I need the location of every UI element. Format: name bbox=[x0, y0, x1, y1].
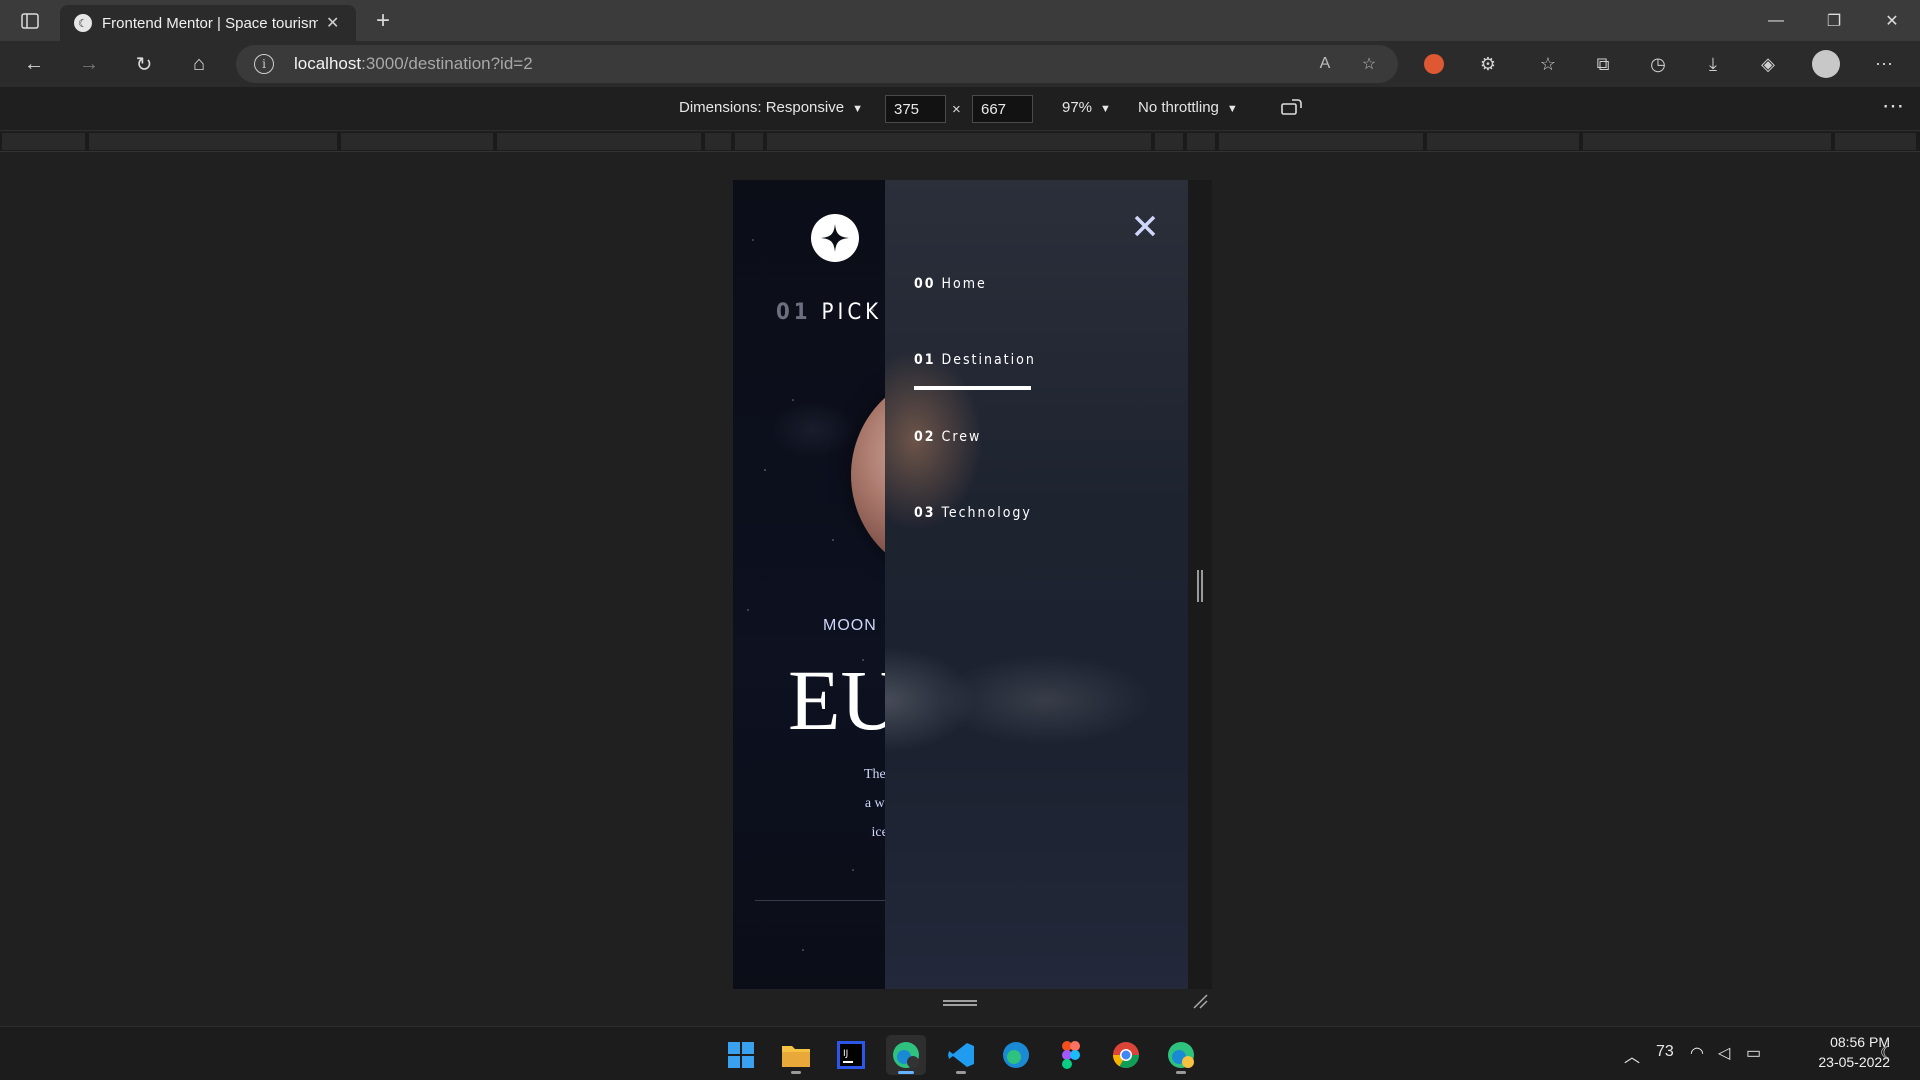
figma-icon[interactable] bbox=[1051, 1035, 1091, 1075]
emulated-viewport: 01PICK MOON EU The smallest of the fo a … bbox=[733, 180, 1212, 989]
tray-count[interactable]: 73 bbox=[1656, 1043, 1674, 1061]
height-input[interactable] bbox=[972, 95, 1033, 123]
nav-item-technology[interactable]: 03 Technology bbox=[914, 505, 1032, 521]
nav-item-number: 01 bbox=[914, 352, 936, 368]
nav-item-number: 03 bbox=[914, 505, 936, 521]
settings-more-icon[interactable]: ⋯ bbox=[1866, 47, 1902, 81]
edge-dev-icon[interactable] bbox=[886, 1035, 926, 1075]
viewport-resize-edge[interactable] bbox=[1188, 180, 1212, 989]
extensions-icon[interactable]: ⚙ bbox=[1470, 47, 1506, 81]
page-title-text: PICK bbox=[821, 300, 883, 325]
back-icon[interactable]: ← bbox=[16, 47, 52, 81]
nav-item-number: 02 bbox=[914, 429, 936, 445]
browser-tab[interactable]: ☾ Frontend Mentor | Space tourism ✕ bbox=[60, 5, 356, 41]
favicon-icon: ☾ bbox=[74, 14, 92, 32]
system-clock[interactable]: 08:56 PM 23-05-2022 bbox=[1780, 1032, 1890, 1072]
home-icon[interactable]: ⌂ bbox=[181, 47, 217, 81]
windows-start-icon[interactable] bbox=[721, 1035, 761, 1075]
zoom-label: 97% bbox=[1062, 99, 1093, 116]
chrome-icon[interactable] bbox=[1106, 1035, 1146, 1075]
performance-icon[interactable]: ◈ bbox=[1750, 47, 1786, 81]
rotate-icon[interactable] bbox=[1280, 97, 1304, 119]
url-path: :3000/destination?id=2 bbox=[361, 54, 533, 73]
browser-toolbar: ← → ↻ ⌂ i localhost:3000/destination?id=… bbox=[0, 41, 1920, 87]
tab-title: Frontend Mentor | Space tourism bbox=[102, 14, 318, 32]
address-bar[interactable]: i localhost:3000/destination?id=2 A ☆ bbox=[236, 45, 1398, 83]
clock-date: 23-05-2022 bbox=[1818, 1054, 1890, 1070]
zoom-dropdown[interactable]: 97% ▼ bbox=[1062, 99, 1111, 116]
minimize-icon[interactable]: — bbox=[1748, 0, 1804, 41]
site-info-icon[interactable]: i bbox=[254, 54, 274, 74]
nav-item-home[interactable]: 00 Home bbox=[914, 276, 987, 292]
read-aloud-icon[interactable]: A bbox=[1308, 45, 1342, 83]
volume-icon[interactable]: ◁ bbox=[1718, 1043, 1730, 1063]
nav-item-number: 00 bbox=[914, 276, 936, 292]
media-query-bar[interactable] bbox=[0, 132, 1920, 152]
site-logo-icon[interactable] bbox=[811, 214, 859, 262]
file-explorer-icon[interactable] bbox=[776, 1035, 816, 1075]
collections-icon[interactable]: ⧉ bbox=[1585, 47, 1621, 81]
dimensions-label: Dimensions: Responsive bbox=[679, 99, 845, 116]
nav-item-label: Destination bbox=[941, 352, 1036, 368]
device-toolbar: Dimensions: Responsive ▼ × 97% ▼ No thrott… bbox=[0, 87, 1920, 131]
close-tab-icon[interactable]: ✕ bbox=[326, 13, 339, 33]
nav-item-label: Technology bbox=[941, 505, 1032, 521]
throttling-label: No throttling bbox=[1138, 99, 1219, 116]
wifi-icon[interactable]: ◠ bbox=[1690, 1043, 1704, 1063]
url-host: localhost bbox=[294, 54, 362, 73]
forward-icon[interactable]: → bbox=[71, 47, 107, 81]
active-indicator bbox=[914, 386, 1031, 390]
close-window-icon[interactable]: ✕ bbox=[1864, 0, 1920, 41]
duckduckgo-extension-icon[interactable] bbox=[1416, 47, 1452, 81]
nav-item-label: Crew bbox=[941, 429, 982, 445]
mobile-nav-menu: 00 Home 01 Destination 02 Crew 03 Technology bbox=[885, 180, 1212, 989]
page-title-number: 01 bbox=[776, 300, 812, 325]
chevron-down-icon: ▼ bbox=[852, 103, 863, 115]
more-options-icon[interactable]: ⋯ bbox=[1882, 93, 1904, 119]
chevron-down-icon: ▼ bbox=[1100, 103, 1111, 115]
profile-avatar-icon[interactable] bbox=[1808, 47, 1844, 81]
dimensions-dropdown[interactable]: Dimensions: Responsive ▼ bbox=[679, 99, 863, 116]
close-menu-icon[interactable] bbox=[1129, 210, 1161, 242]
browser-tab-bar: ☾ Frontend Mentor | Space tourism ✕ + — … bbox=[0, 0, 1920, 41]
corner-resize-icon[interactable] bbox=[1192, 993, 1208, 1009]
show-hidden-icons-chevron-icon[interactable]: ︿ bbox=[1624, 1043, 1640, 1067]
battery-icon[interactable]: ▭ bbox=[1746, 1043, 1761, 1063]
intellij-icon[interactable]: IJ bbox=[831, 1035, 871, 1075]
clock-time: 08:56 PM bbox=[1830, 1034, 1890, 1050]
chevron-down-icon: ▼ bbox=[1226, 103, 1238, 115]
history-icon[interactable]: ◷ bbox=[1640, 47, 1676, 81]
refresh-icon[interactable]: ↻ bbox=[126, 47, 162, 81]
tab-moon[interactable]: MOON bbox=[823, 617, 877, 635]
tab-actions-icon[interactable] bbox=[14, 8, 46, 34]
nav-item-crew[interactable]: 02 Crew bbox=[914, 429, 981, 445]
page-title: 01 PICK bbox=[776, 300, 882, 325]
throttling-dropdown[interactable]: No throttling ▼ bbox=[1138, 99, 1238, 116]
dimension-separator: × bbox=[952, 101, 961, 118]
nav-item-destination[interactable]: 01 Destination bbox=[914, 352, 1036, 368]
new-tab-icon[interactable]: + bbox=[368, 6, 398, 36]
edge-canary-icon[interactable] bbox=[1161, 1035, 1201, 1075]
add-favorite-icon[interactable]: ☆ bbox=[1352, 45, 1386, 83]
downloads-icon[interactable]: ⤓ bbox=[1695, 47, 1731, 81]
windows-taskbar: IJ ︿ 73 ◠ ◁ ▭ ☾ bbox=[0, 1026, 1920, 1080]
bottom-resize-handle-icon[interactable] bbox=[943, 1000, 977, 1006]
restore-icon[interactable]: ❐ bbox=[1806, 0, 1862, 41]
edge-beta-icon[interactable] bbox=[996, 1035, 1036, 1075]
width-input[interactable] bbox=[885, 95, 946, 123]
nav-item-label: Home bbox=[941, 276, 987, 292]
favorites-icon[interactable]: ☆ bbox=[1530, 47, 1566, 81]
vscode-icon[interactable] bbox=[941, 1035, 981, 1075]
svg-text:IJ: IJ bbox=[843, 1049, 848, 1059]
resize-handle-icon[interactable] bbox=[1197, 570, 1203, 602]
